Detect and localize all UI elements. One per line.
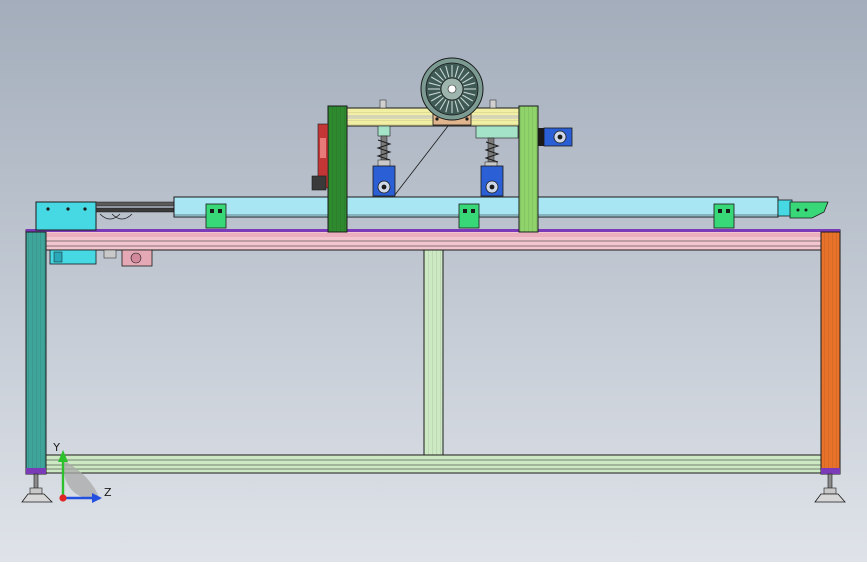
z-axis-label: Z	[104, 486, 112, 499]
cad-viewport[interactable]: Y Z	[0, 0, 867, 562]
side-sensor[interactable]	[538, 127, 573, 147]
origin-dot-icon	[59, 494, 67, 502]
y-axis-label: Y	[52, 441, 60, 454]
support-block	[713, 203, 735, 229]
support-block	[458, 203, 480, 229]
support-block	[205, 203, 227, 229]
assembly-drawing: Y Z	[0, 0, 867, 562]
drive-box[interactable]	[35, 201, 97, 231]
bottom-rail[interactable]	[44, 454, 824, 474]
